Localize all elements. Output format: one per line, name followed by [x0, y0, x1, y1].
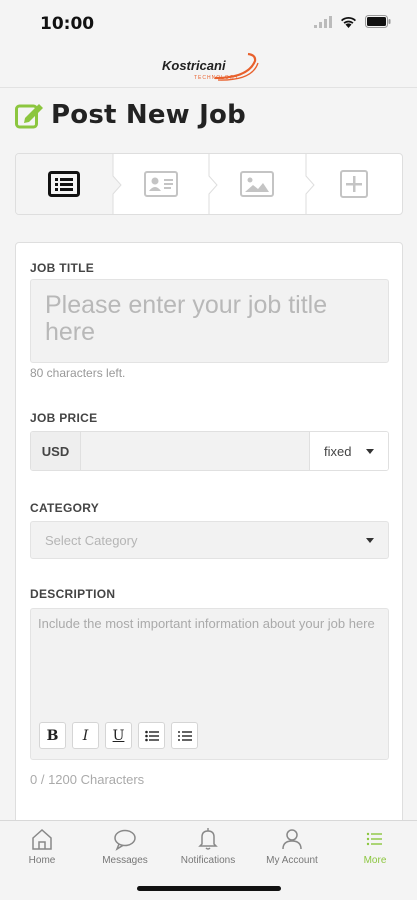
- category-label: CATEGORY: [30, 501, 100, 515]
- numbered-list-icon: [177, 730, 192, 741]
- price-type-select[interactable]: fixed: [309, 432, 388, 470]
- step-profile[interactable]: [113, 154, 218, 214]
- editor-toolbar: B I U: [39, 722, 198, 749]
- tab-notifications-label: Notifications: [180, 855, 236, 866]
- job-title-chars-left: 80 characters left.: [30, 366, 126, 380]
- bullet-list-icon: [144, 730, 159, 741]
- caret-down-icon: [366, 537, 374, 543]
- job-price-label: JOB PRICE: [30, 411, 98, 425]
- numbered-list-button[interactable]: [171, 722, 198, 749]
- page-title: Post New Job: [51, 100, 246, 130]
- tab-my-account-label: My Account: [266, 855, 318, 866]
- status-time: 10:00: [40, 14, 95, 34]
- chat-bubble-icon: [114, 829, 136, 851]
- category-select[interactable]: Select Category: [30, 521, 389, 559]
- underline-button[interactable]: U: [105, 722, 132, 749]
- category-placeholder: Select Category: [45, 532, 138, 548]
- cellular-signal-icon: [314, 15, 332, 28]
- home-indicator: [137, 886, 281, 891]
- home-icon: [32, 828, 52, 850]
- description-placeholder: Include the most important information a…: [38, 616, 375, 631]
- bell-icon: [198, 828, 218, 850]
- page-title-row: Post New Job: [15, 100, 246, 130]
- tab-my-account[interactable]: My Account: [250, 827, 334, 866]
- menu-list-icon: [366, 832, 382, 846]
- tab-more[interactable]: More: [333, 827, 417, 866]
- image-icon: [240, 171, 275, 197]
- tab-messages-label: Messages: [102, 855, 148, 866]
- job-title-input[interactable]: Please enter your job title here: [30, 279, 389, 363]
- job-price-input[interactable]: [81, 432, 309, 470]
- currency-label: USD: [31, 432, 81, 470]
- italic-button[interactable]: I: [72, 722, 99, 749]
- job-title-label: JOB TITLE: [30, 261, 95, 275]
- chevron-divider-icon: [103, 154, 122, 214]
- price-type-value: fixed: [324, 443, 352, 459]
- step-extras[interactable]: [306, 154, 403, 214]
- step-details[interactable]: [16, 154, 122, 214]
- description-char-count: 0 / 1200 Characters: [30, 772, 145, 787]
- description-label: DESCRIPTION: [30, 587, 116, 601]
- chevron-divider-icon: [305, 154, 315, 214]
- tab-notifications[interactable]: Notifications: [166, 827, 250, 866]
- battery-icon: [365, 15, 391, 28]
- tab-home-label: Home: [28, 855, 56, 866]
- description-editor[interactable]: Include the most important information a…: [30, 608, 389, 760]
- chevron-divider-icon: [208, 154, 218, 214]
- edit-icon: [15, 104, 43, 129]
- app-header: Kostricani TECHNOLOGY: [0, 46, 417, 88]
- kostricani-logo: Kostricani TECHNOLOGY: [162, 52, 259, 81]
- job-price-group: USD fixed: [30, 431, 389, 471]
- tab-more-label: More: [363, 855, 387, 866]
- wifi-icon: [341, 16, 356, 28]
- logo-text: Kostricani: [162, 58, 226, 73]
- user-icon: [282, 829, 302, 850]
- logo-subtext: TECHNOLOGY: [194, 75, 239, 81]
- step-wizard: [15, 153, 403, 215]
- step-images[interactable]: [209, 154, 315, 214]
- plus-square-icon: [339, 170, 368, 198]
- bullet-list-button[interactable]: [138, 722, 165, 749]
- id-card-icon: [143, 171, 178, 197]
- tab-messages[interactable]: Messages: [83, 827, 167, 866]
- caret-down-icon: [366, 448, 374, 454]
- list-icon: [48, 171, 81, 197]
- bold-button[interactable]: B: [39, 722, 66, 749]
- status-icons: [314, 15, 391, 28]
- job-form: JOB TITLE Please enter your job title he…: [15, 242, 403, 842]
- tab-home[interactable]: Home: [0, 827, 84, 866]
- status-bar: 10:00: [0, 0, 417, 46]
